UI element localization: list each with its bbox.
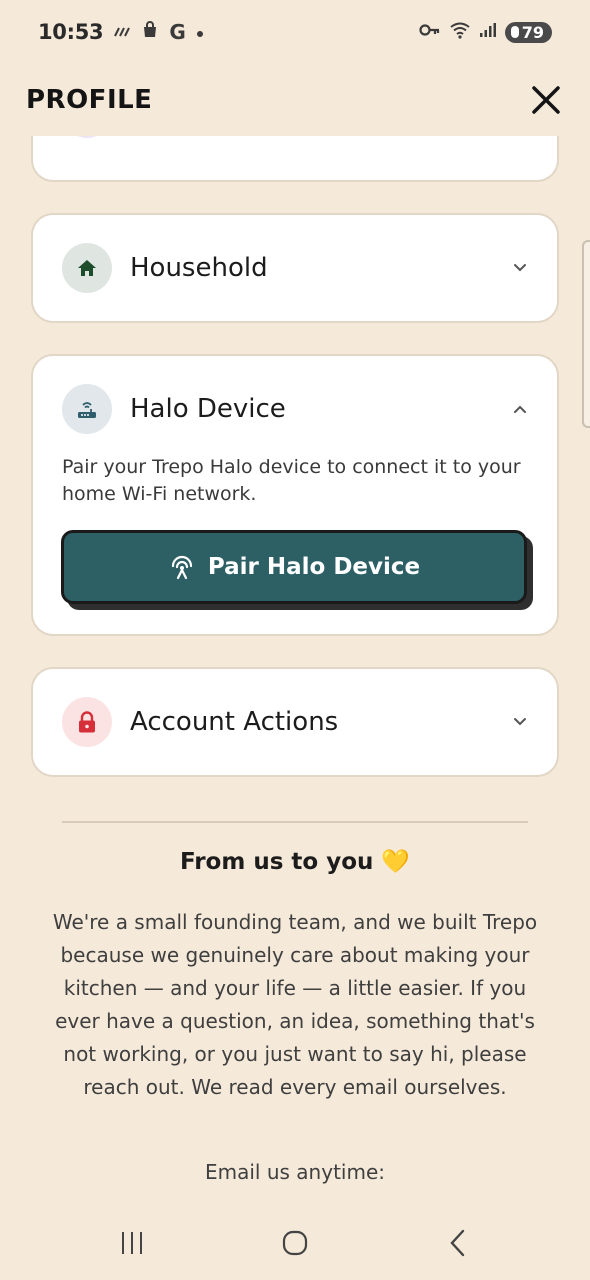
profile-header: PROFILE <box>0 64 590 136</box>
close-icon <box>532 86 560 114</box>
page-title: PROFILE <box>26 85 153 115</box>
battery-icon <box>510 26 519 38</box>
pair-halo-device-label: Pair Halo Device <box>207 554 421 580</box>
halo-device-description: Pair your Trepo Halo device to connect i… <box>62 456 521 505</box>
back-icon <box>450 1229 465 1257</box>
home-button-icon <box>282 1230 308 1256</box>
battery-level: 79 <box>521 22 544 42</box>
household-section[interactable]: Household <box>31 213 559 323</box>
home-button[interactable] <box>265 1223 325 1263</box>
vpn-key-icon <box>419 23 441 41</box>
footer-message: We're a small founding team, and we buil… <box>52 910 538 1099</box>
household-icon-circle <box>62 243 112 293</box>
battery-indicator: 79 <box>504 21 552 43</box>
chevron-down-icon[interactable] <box>511 259 529 277</box>
household-label: Household <box>130 253 268 283</box>
recent-apps-icon <box>121 1232 142 1254</box>
router-icon <box>78 402 96 418</box>
account-actions-header[interactable]: Account Actions <box>33 669 557 775</box>
recent-apps-button[interactable] <box>102 1223 162 1263</box>
account-icon-circle <box>62 697 112 747</box>
halo-device-header[interactable]: Halo Device <box>33 356 557 462</box>
dot-icon <box>196 23 204 42</box>
lock-icon <box>79 711 95 733</box>
status-left: 10:53 G <box>38 20 204 44</box>
google-icon: G <box>169 20 186 44</box>
pair-halo-device-button[interactable]: Pair Halo Device <box>61 530 527 604</box>
account-actions-label: Account Actions <box>130 707 339 737</box>
signal-strength-icon <box>113 23 131 42</box>
footer-heading: From us to you 💛 <box>179 849 411 875</box>
scrollbar[interactable] <box>582 240 590 428</box>
halo-device-section: Halo Device Pair your Trepo Halo device … <box>31 354 559 636</box>
pair-halo-device-wrapper: Pair Halo Device <box>61 530 533 610</box>
broadcast-icon <box>171 555 192 580</box>
home-icon <box>78 260 96 276</box>
email-label: Email us anytime: <box>205 1160 385 1184</box>
halo-icon-circle <box>62 384 112 434</box>
account-actions-section[interactable]: Account Actions <box>31 667 559 777</box>
section-divider <box>62 821 528 823</box>
close-button[interactable] <box>528 82 564 118</box>
chevron-up-icon[interactable] <box>511 400 529 418</box>
wifi-icon <box>449 21 471 43</box>
cell-signal-icon <box>479 22 497 42</box>
halo-device-label: Halo Device <box>130 394 286 424</box>
chevron-down-icon[interactable] <box>511 713 529 731</box>
partial-card-icon <box>63 136 111 138</box>
status-right: 79 <box>419 21 552 43</box>
system-nav-bar <box>0 1206 590 1280</box>
household-header[interactable]: Household <box>33 215 557 321</box>
partial-card[interactable] <box>31 136 559 182</box>
clock: 10:53 <box>38 20 104 44</box>
status-bar: 10:53 G 79 <box>0 0 590 64</box>
shopping-bag-icon <box>141 21 159 43</box>
back-button[interactable] <box>428 1223 488 1263</box>
profile-scroll-area[interactable]: Household Halo Device Pair your Trepo Ha… <box>0 136 590 1206</box>
